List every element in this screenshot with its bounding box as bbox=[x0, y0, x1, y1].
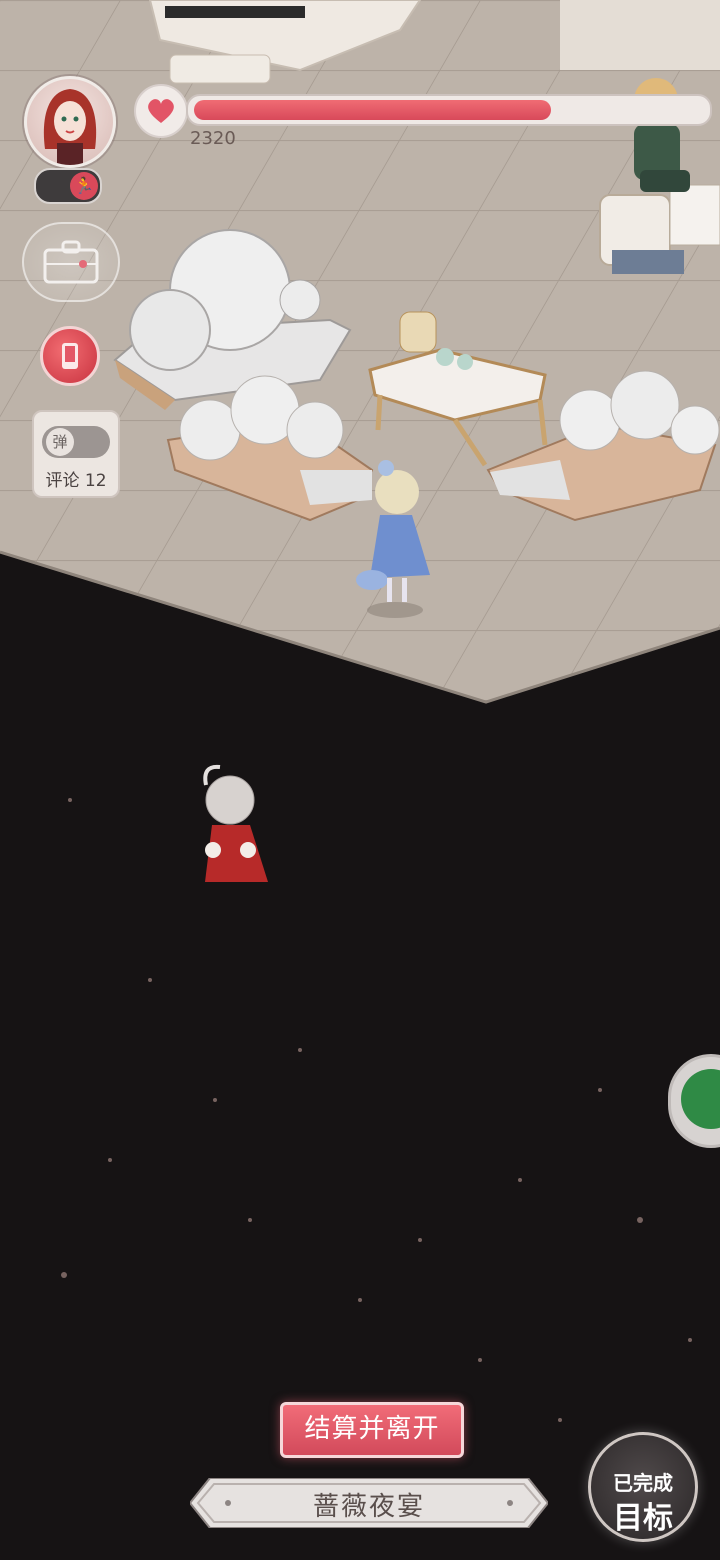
goal-status: 已完成 bbox=[613, 1471, 673, 1495]
danmu-label: 弹 bbox=[46, 428, 74, 456]
settle-leave-button[interactable]: 结算并离开 bbox=[280, 1402, 464, 1458]
inventory-button[interactable] bbox=[22, 222, 120, 302]
heart-icon bbox=[134, 84, 188, 138]
phone-icon bbox=[62, 343, 78, 369]
goal-button[interactable]: 已完成 目标 bbox=[588, 1432, 698, 1542]
location-title: 蔷薇夜宴 bbox=[312, 1492, 425, 1522]
comment-count[interactable]: 评论 12 bbox=[34, 466, 118, 491]
hp-value: 2320 bbox=[190, 128, 236, 149]
run-toggle[interactable]: 🏃 bbox=[34, 168, 102, 204]
hp-bar-fill bbox=[194, 100, 551, 120]
location-banner: 蔷薇夜宴 bbox=[190, 1478, 548, 1528]
danmu-toggle[interactable]: 弹 bbox=[42, 426, 110, 458]
goal-label: 目标 bbox=[613, 1501, 673, 1536]
suitcase-icon bbox=[43, 240, 99, 284]
wechat-icon bbox=[681, 1069, 720, 1129]
hp-bar bbox=[186, 94, 712, 126]
running-icon: 🏃 bbox=[70, 172, 98, 200]
red-dress-character[interactable] bbox=[203, 764, 268, 882]
player-avatar[interactable] bbox=[24, 76, 116, 168]
phone-button[interactable] bbox=[40, 326, 100, 386]
comment-panel[interactable]: 弹 评论 12 bbox=[32, 410, 120, 498]
sparkle-particles bbox=[61, 798, 692, 1422]
